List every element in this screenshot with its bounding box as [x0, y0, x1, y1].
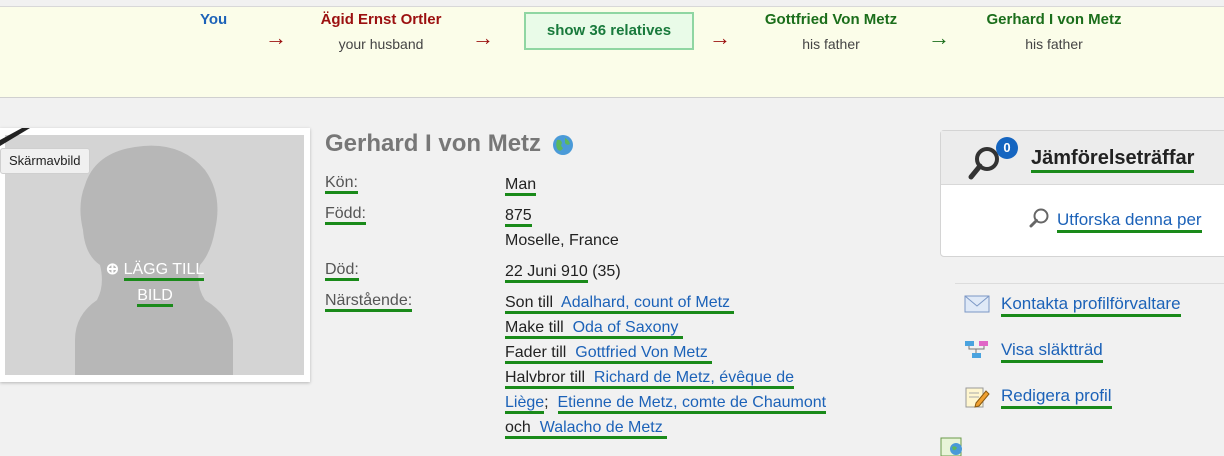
corner-ribbon-icon: [0, 128, 30, 146]
edit-profile-link[interactable]: Redigera profil: [1001, 386, 1112, 409]
path-node-relation: his father: [1025, 36, 1083, 52]
add-photo-button[interactable]: ⊕ LÄGG TILL BILD: [99, 257, 211, 309]
born-year: 875: [505, 207, 532, 227]
gender-value: Man: [505, 172, 537, 197]
relative-link[interactable]: Walacho de Metz: [540, 419, 663, 436]
relative-link[interactable]: Oda of Saxony: [573, 319, 679, 336]
add-photo-line2[interactable]: BILD: [137, 287, 173, 307]
path-node-name[interactable]: Gerhard I von Metz: [974, 11, 1134, 28]
search-icon: [1029, 208, 1049, 228]
view-tree-link[interactable]: Visa släktträd: [1001, 340, 1103, 363]
path-node-you[interactable]: You: [200, 11, 227, 28]
plus-circle-icon: ⊕: [105, 261, 120, 278]
edit-icon: [965, 387, 990, 408]
matches-header[interactable]: 0 Jämförelseträffar: [941, 131, 1224, 185]
relative-link[interactable]: Etienne de Metz, comte de Chaumont: [557, 394, 827, 414]
profile-name-text: Gerhard I von Metz: [325, 130, 542, 157]
match-count-badge: 0: [996, 137, 1018, 159]
envelope-icon: [964, 295, 990, 313]
globe-icon[interactable]: [552, 134, 574, 156]
died-date: 22 Juni 910: [505, 263, 588, 283]
sidebar-divider: [955, 283, 1224, 284]
born-label: Född:: [325, 205, 366, 225]
born-place: Moselle, France: [505, 232, 619, 249]
path-node-name[interactable]: Ägid Ernst Ortler: [308, 11, 454, 28]
relationship-path-bar: You → Ägid Ernst Ortler your husband → s…: [0, 6, 1224, 98]
died-age: (35): [592, 263, 621, 280]
path-node-name[interactable]: Gottfried Von Metz: [752, 11, 910, 28]
matches-panel: 0 Jämförelseträffar Utforska denna per: [940, 130, 1224, 257]
matches-title[interactable]: Jämförelseträffar: [1031, 147, 1195, 173]
path-arrow-icon: →: [709, 25, 731, 50]
photo-tooltip: Skärmavbild: [0, 148, 90, 174]
path-node-father[interactable]: Gottfried Von Metz his father: [752, 11, 910, 52]
gender-label: Kön:: [325, 174, 358, 194]
relation-prefix: Make till Oda of Saxony: [505, 319, 683, 339]
relation-prefix: och Walacho de Metz: [505, 419, 668, 439]
explore-profile-link[interactable]: Utforska denna per: [1057, 210, 1202, 233]
show-relatives-button[interactable]: show 36 relatives: [524, 12, 694, 50]
relatives-label: Närstående:: [325, 292, 413, 312]
path-node-relation: his father: [802, 36, 860, 52]
path-you-label[interactable]: You: [200, 11, 227, 28]
path-node-grandfather[interactable]: Gerhard I von Metz his father: [974, 11, 1134, 52]
path-node-relation: your husband: [338, 36, 424, 52]
family-tree-icon: [965, 341, 988, 358]
died-value: 22 Juni 910 (35): [505, 259, 621, 284]
relative-link[interactable]: Gottfried Von Metz: [575, 344, 708, 361]
add-photo-line1[interactable]: LÄGG TILL: [123, 261, 205, 281]
path-arrow-icon: →: [928, 25, 950, 50]
born-value: 875 Moselle, France: [505, 203, 619, 253]
contact-manager-link[interactable]: Kontakta profilförvaltare: [1001, 294, 1181, 317]
path-node-husband[interactable]: Ägid Ernst Ortler your husband: [308, 11, 454, 52]
relation-prefix: Fader till Gottfried Von Metz: [505, 344, 713, 364]
profile-name: Gerhard I von Metz: [325, 130, 574, 158]
path-arrow-icon: →: [472, 25, 494, 50]
relation-prefix: Halvbror till Richard de Metz, évêque de: [505, 369, 795, 389]
relative-link[interactable]: Adalhard, count of Metz: [561, 294, 730, 311]
path-arrow-icon: →: [265, 25, 287, 50]
relation-prefix: Son till Adalhard, count of Metz: [505, 294, 735, 314]
relative-link[interactable]: Richard de Metz, évêque de: [594, 369, 794, 386]
map-icon: [940, 437, 962, 456]
photo-corner-ribbon: [0, 128, 30, 148]
relatives-list: Son till Adalhard, count of Metz Make ti…: [505, 290, 827, 440]
relative-link[interactable]: Liège: [505, 394, 545, 414]
died-label: Död:: [325, 261, 359, 281]
